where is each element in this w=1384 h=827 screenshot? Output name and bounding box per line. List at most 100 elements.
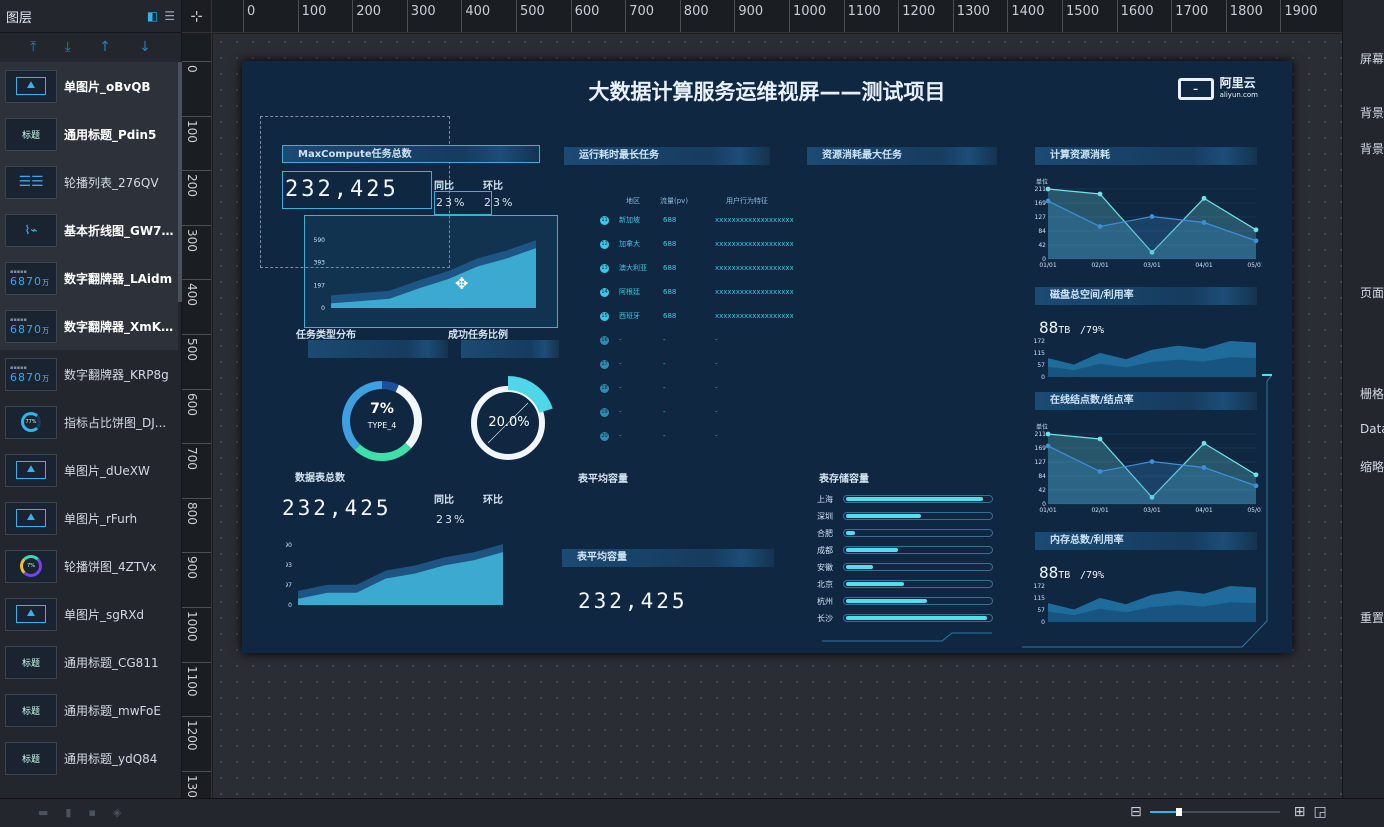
- table-row[interactable]: 15 西班牙 688 xxxxxxxxxxxxxxxxxxx: [600, 310, 795, 322]
- online-point[interactable]: [1097, 436, 1103, 442]
- layer-item[interactable]: ▪▪▪▪▪ 6870万 数字翻牌器_XmKPg: [0, 302, 178, 350]
- move-to-top-icon[interactable]: ⤒: [30, 39, 36, 55]
- online-point[interactable]: [1253, 472, 1259, 478]
- layer-item[interactable]: ▪▪▪▪▪ 6870万 数字翻牌器_KRP8g: [0, 350, 178, 398]
- table-row[interactable]: 17 - - -: [600, 358, 795, 370]
- bottom-toolbar: ▬ ▮ ▪ ◈ ⊟ ⊞ ◲: [0, 798, 1384, 827]
- lock-icon[interactable]: ▪: [88, 806, 95, 819]
- ruler-guide-toggle-icon[interactable]: ⊹: [182, 0, 212, 33]
- layer-item[interactable]: ☰☰ 轮播列表_276QV: [0, 158, 178, 206]
- compute-point[interactable]: [1097, 191, 1103, 197]
- online-point[interactable]: [1201, 465, 1207, 470]
- zoom-slider-knob[interactable]: [1175, 808, 1182, 816]
- thumbnail-view-icon[interactable]: ◧: [147, 9, 158, 23]
- online-section-title[interactable]: 在线结点数/结点率: [1035, 392, 1257, 410]
- layer-item-label: 单图片_rFurh: [64, 511, 138, 526]
- online-point[interactable]: [1097, 469, 1103, 474]
- move-to-bottom-icon[interactable]: ⤓: [65, 39, 71, 55]
- delete-icon[interactable]: ▮: [65, 806, 71, 819]
- y-tick-label: 172: [1034, 338, 1045, 345]
- screen-title[interactable]: 大数据计算服务运维视屏——测试项目: [242, 76, 1292, 106]
- move-up-icon[interactable]: ↑: [99, 39, 111, 55]
- online-point[interactable]: [1201, 440, 1207, 446]
- memory-section-title[interactable]: 内存总数/利用率: [1035, 532, 1257, 550]
- layer-item[interactable]: 77% 指标占比饼图_DJ...: [0, 398, 178, 446]
- zoom-out-icon[interactable]: ⊟: [1130, 804, 1142, 820]
- compute-section-title[interactable]: 计算资源消耗: [1035, 147, 1257, 165]
- compute-point[interactable]: [1045, 186, 1051, 192]
- online-line-chart[interactable]: 2111691278442001/0102/0103/0104/0105/01: [1034, 428, 1262, 518]
- table-row[interactable]: 13 澳大利亚 688 xxxxxxxxxxxxxxxxxxx: [600, 262, 795, 274]
- disk-area-chart[interactable]: 172 115 57 0: [1034, 337, 1262, 385]
- online-point[interactable]: [1149, 459, 1155, 464]
- y-tick-label: 393: [286, 562, 292, 569]
- layer-item[interactable]: 标题 通用标题_ydQ84: [0, 734, 178, 782]
- table-row[interactable]: 20 - - -: [600, 430, 795, 442]
- move-down-icon[interactable]: ↓: [139, 39, 151, 55]
- layer-item[interactable]: ⛰ 单图片_oBvQB: [0, 62, 178, 110]
- table-row[interactable]: 12 加拿大 688 xxxxxxxxxxxxxxxxxxx: [600, 238, 795, 250]
- donut-slice[interactable]: [381, 381, 400, 393]
- layer-item[interactable]: ▪▪▪▪▪ 6870万 数字翻牌器_LAidm: [0, 254, 178, 302]
- compute-point[interactable]: [1149, 214, 1155, 219]
- layer-item[interactable]: ⛰ 单图片_sgRXd: [0, 590, 178, 638]
- memory-area-chart[interactable]: 172 115 57 0: [1034, 582, 1262, 630]
- long-tasks-section-title[interactable]: 运行耗时最长任务: [564, 147, 770, 165]
- max-resource-section-title[interactable]: 资源消耗最大任务: [807, 147, 997, 165]
- horizontal-ruler[interactable]: 0 100 200 300 400 500 600 700 800 900 1000 1100 1200…: [212, 0, 1342, 33]
- compute-point[interactable]: [1253, 227, 1259, 233]
- table-cell-region: 新加坡: [619, 216, 640, 224]
- table-row[interactable]: 14 阿根廷 688 xxxxxxxxxxxxxxxxxxx: [600, 286, 795, 298]
- logo-text: 阿里云: [1219, 76, 1256, 90]
- editor-canvas[interactable]: 大数据计算服务运维视屏——测试项目 – 阿里云 aliyun.com MaxCom…: [213, 34, 1342, 798]
- avg-capacity-section-title[interactable]: 表平均容量: [562, 549, 774, 567]
- donut-slice[interactable]: [354, 442, 412, 461]
- thumb-unit: 万: [42, 278, 50, 287]
- table-cell-region: -: [619, 336, 622, 344]
- logo-subtext: aliyun.com: [1219, 91, 1258, 99]
- avg-capacity-total[interactable]: 232,425: [578, 589, 688, 613]
- layer-item[interactable]: 7% 轮播饼图_4ZTVx: [0, 542, 178, 590]
- table-row[interactable]: 11 新加坡 688 xxxxxxxxxxxxxxxxxxx: [600, 214, 795, 226]
- zoom-in-icon[interactable]: ⊞: [1294, 804, 1306, 820]
- fit-screen-icon[interactable]: ◲: [1313, 804, 1326, 820]
- online-point[interactable]: [1253, 483, 1259, 489]
- maxcompute-section-title[interactable]: MaxCompute任务总数: [282, 145, 540, 163]
- data-tables-total[interactable]: 232,425: [282, 496, 392, 520]
- compute-point[interactable]: [1045, 198, 1051, 204]
- data-tables-area-chart[interactable]: 590 393 197 0: [286, 531, 516, 611]
- table-row[interactable]: 19 - - -: [600, 406, 795, 418]
- list-view-icon[interactable]: ☰: [164, 9, 175, 23]
- layer-item[interactable]: 标题 通用标题_Pdin5: [0, 110, 178, 158]
- donut-slice[interactable]: [395, 384, 422, 449]
- layer-item[interactable]: ⌇⌁ 基本折线图_GW7...: [0, 206, 178, 254]
- table-row[interactable]: 16 - - -: [600, 334, 795, 346]
- compute-line-chart[interactable]: 2111691278442001/0102/0103/0104/0105/01: [1034, 183, 1262, 273]
- long-tasks-table[interactable]: 地区 流量(pv) 用户行为特征 11 新加坡 688 xxxxxxxxxxxxxxx…: [600, 196, 800, 466]
- layer-item[interactable]: ⛰ 单图片_dUeXW: [0, 446, 178, 494]
- dashboard-screen[interactable]: 大数据计算服务运维视屏——测试项目 – 阿里云 aliyun.com MaxCom…: [242, 61, 1292, 653]
- folder-icon[interactable]: ▬: [38, 806, 48, 819]
- disk-section-title[interactable]: 磁盘总空间/利用率: [1035, 287, 1257, 305]
- y-tick-label: 0: [1041, 619, 1045, 626]
- table-row[interactable]: 18 - - -: [600, 382, 795, 394]
- aliyun-logo[interactable]: – 阿里云 aliyun.com: [1177, 76, 1258, 101]
- maxcompute-total[interactable]: 232,425: [282, 171, 432, 209]
- ruler-tick-label: 100: [301, 4, 327, 19]
- compute-point[interactable]: [1097, 224, 1103, 229]
- maxcompute-area-chart[interactable]: 590 393 197 0 ✥: [304, 215, 558, 328]
- online-point[interactable]: [1045, 443, 1051, 449]
- layer-item-label: 轮播饼图_4ZTVx: [64, 559, 157, 574]
- online-point[interactable]: [1045, 431, 1051, 437]
- eye-icon[interactable]: ◈: [113, 806, 121, 819]
- layer-item[interactable]: ⛰ 单图片_rFurh: [0, 494, 178, 542]
- zoom-slider[interactable]: [1149, 808, 1280, 816]
- avg-capacity-label: 表平均容量: [578, 474, 628, 485]
- vertical-ruler[interactable]: 0 100 200 300 400 500 600 700 800 900 1000 1100 1200…: [182, 33, 212, 798]
- y-tick-label: 590: [286, 542, 292, 549]
- compute-point[interactable]: [1201, 220, 1207, 225]
- layer-item[interactable]: 标题 通用标题_CG811: [0, 638, 178, 686]
- compute-point[interactable]: [1201, 195, 1207, 201]
- layer-item[interactable]: 标题 通用标题_mwFoE: [0, 686, 178, 734]
- compute-point[interactable]: [1253, 238, 1259, 244]
